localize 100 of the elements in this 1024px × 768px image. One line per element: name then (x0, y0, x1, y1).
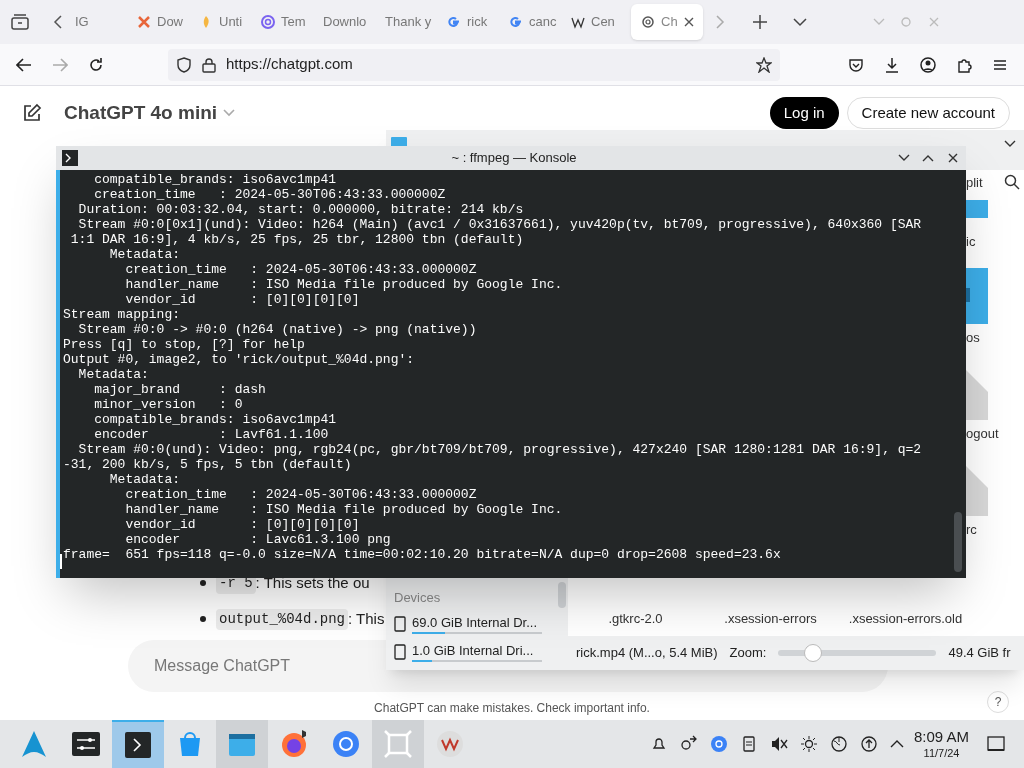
scrollbar-handle[interactable] (558, 582, 566, 608)
w-logo-icon (571, 15, 585, 29)
folder-icon (966, 268, 988, 324)
update-icon[interactable] (860, 735, 878, 753)
terminal-line: -31, 200 kb/s, 5 fps, 5 tbn (default) (63, 457, 353, 472)
login-button[interactable]: Log in (769, 97, 839, 129)
bookmark-star-icon[interactable] (756, 56, 772, 73)
shield-icon[interactable] (176, 56, 192, 73)
close-icon[interactable] (683, 17, 694, 27)
edit-icon[interactable] (22, 103, 42, 123)
terminal-line: Metadata: (77, 367, 150, 382)
toolbar-label[interactable]: plit (966, 173, 983, 193)
terminal-line: creation_time : 2024-05-30T06:43:33.000000Z (124, 262, 478, 277)
expand-tray-icon[interactable] (890, 739, 904, 749)
address-bar[interactable]: https://chatgpt.com (168, 48, 780, 81)
window-title: ~ : ffmpeg — Konsole (450, 149, 578, 168)
g-logo-icon (509, 15, 523, 29)
section-heading: Devices (394, 589, 442, 607)
terminal-line: vendor_id : [0][0][0][0] (124, 517, 361, 532)
account-icon[interactable] (920, 56, 936, 73)
zoom-label: Zoom: (729, 644, 767, 663)
torrent-icon[interactable] (710, 735, 728, 753)
file-name[interactable]: ogout (966, 424, 999, 444)
tab-menu-icon[interactable] (793, 17, 807, 27)
clipboard-icon[interactable] (740, 735, 758, 753)
slider-thumb[interactable] (804, 644, 823, 662)
browser-tab[interactable]: Tem (255, 4, 317, 40)
g-logo-icon (447, 15, 461, 29)
back-icon[interactable] (16, 57, 32, 72)
extensions-icon[interactable] (956, 56, 972, 73)
tab-list-icon[interactable] (11, 14, 29, 30)
bullet-icon (200, 616, 206, 622)
show-desktop-icon[interactable] (987, 736, 1006, 752)
file-name[interactable]: rc (966, 520, 977, 540)
search-icon[interactable] (1004, 174, 1020, 190)
file-name[interactable]: .gtkrc-2.0 (568, 608, 703, 628)
browser-tab[interactable]: IG (69, 4, 131, 40)
terminal-line: Stream mapping: (63, 307, 182, 322)
minimize-icon[interactable] (898, 154, 910, 162)
bullet-icon (200, 580, 206, 586)
browser-tab[interactable]: Dow (131, 4, 193, 40)
download-icon[interactable] (884, 56, 900, 73)
terminal-line: handler_name : ISO Media file produced by Google Inc. (124, 277, 564, 292)
browser-tab[interactable]: rick (441, 4, 503, 40)
frame-icon (382, 728, 414, 760)
file-name[interactable]: .xsession-errors.old (838, 608, 973, 628)
browser-tab[interactable]: Thank y (379, 4, 441, 40)
answer-text: output_%04d.png : This (216, 607, 385, 631)
drive-icon (394, 643, 406, 660)
free-space-text: 49.4 GiB fr (948, 644, 1011, 663)
terminal-line: Duration: 00:03:32.04, start: 0.000000, bitrate: 214 kb/s (77, 202, 525, 217)
browser-tab[interactable]: Downlo (317, 4, 379, 40)
scroll-left-icon[interactable] (53, 15, 63, 29)
browser-tab[interactable]: canc (503, 4, 565, 40)
terminal-line: major_brand : dash (93, 382, 267, 397)
terminal-line: Metadata: (108, 247, 182, 262)
terminal-line: minor_version : 0 (93, 397, 244, 412)
device-item[interactable]: 1.0 GiB Internal Dri... (394, 639, 552, 664)
text-cursor (60, 554, 62, 569)
terminal-line: Stream #0:0 -> #0:0 (h264 (native) -> png (native)) (77, 322, 478, 337)
zoom-slider[interactable] (778, 644, 937, 662)
create-account-button[interactable]: Create new account (846, 97, 1010, 129)
model-selector[interactable]: ChatGPT 4o mini (64, 98, 236, 128)
terminal-icon (62, 150, 78, 166)
x-logo-icon (137, 15, 151, 29)
terminal-line: Stream #0:0[0x1](und): Video: h264 (Main) (avc1 / 0x31637661), yuv420p(tv, bt709, progressive), 640x360 [SAR (77, 217, 923, 232)
taskbar-app[interactable] (112, 720, 164, 768)
disclaimer-text: ChatGPT can make mistakes. Check important info. (373, 700, 651, 717)
terminal-line: frame= 651 fps=118 q=-0.0 size=N/A time=00:02:10.20 bitrate=N/A dup=0 drop=2608 speed=23.6x (63, 547, 782, 562)
terminal-icon (122, 729, 154, 761)
url-text: https://chatgpt.com (226, 54, 354, 75)
folder-icon (966, 200, 988, 218)
browser-tab[interactable]: Unti (193, 4, 255, 40)
help-button[interactable]: ? (987, 691, 1009, 713)
pocket-icon[interactable] (848, 56, 864, 73)
terminal-line: compatible_brands: iso6avc1mp41 (93, 412, 338, 427)
terminal-line: creation_time : 2024-05-30T06:43:33.000000Z (124, 487, 478, 502)
lock-icon[interactable] (202, 56, 216, 73)
brightness-icon[interactable] (800, 735, 818, 753)
terminal-line: Metadata: (108, 472, 182, 487)
browser-tab[interactable]: Cen (565, 4, 627, 40)
reload-icon[interactable] (88, 56, 104, 73)
file-name[interactable]: os (966, 328, 980, 348)
browser-tab[interactable]: Ch (631, 4, 703, 40)
maximize-icon[interactable] (922, 154, 934, 162)
minimize-icon[interactable] (1004, 140, 1016, 148)
terminal-line: creation_time : 2024-05-30T06:43:33.000000Z (93, 187, 447, 202)
new-tab-icon[interactable] (753, 15, 767, 29)
file-name[interactable]: .xsession-errors (703, 608, 838, 628)
terminal-line: handler_name : ISO Media file produced by Google Inc. (124, 502, 564, 517)
scrollbar-handle[interactable] (954, 512, 962, 572)
muted-speaker-icon[interactable] (770, 735, 788, 753)
device-item[interactable]: 69.0 GiB Internal Dr... (394, 611, 552, 636)
terminal-line: Output #0, image2, to 'rick/output_%04d.png': (63, 352, 416, 367)
close-icon[interactable] (948, 153, 958, 163)
status-text: rick.mp4 (M...o, 5.4 MiB) (576, 644, 718, 663)
vm-icon (434, 728, 466, 760)
clock[interactable]: 8:09 AM 11/7/24 (914, 727, 970, 761)
file-name[interactable]: ic (966, 232, 976, 252)
terminal-line: Press [q] to stop, [?] for help (63, 337, 306, 352)
